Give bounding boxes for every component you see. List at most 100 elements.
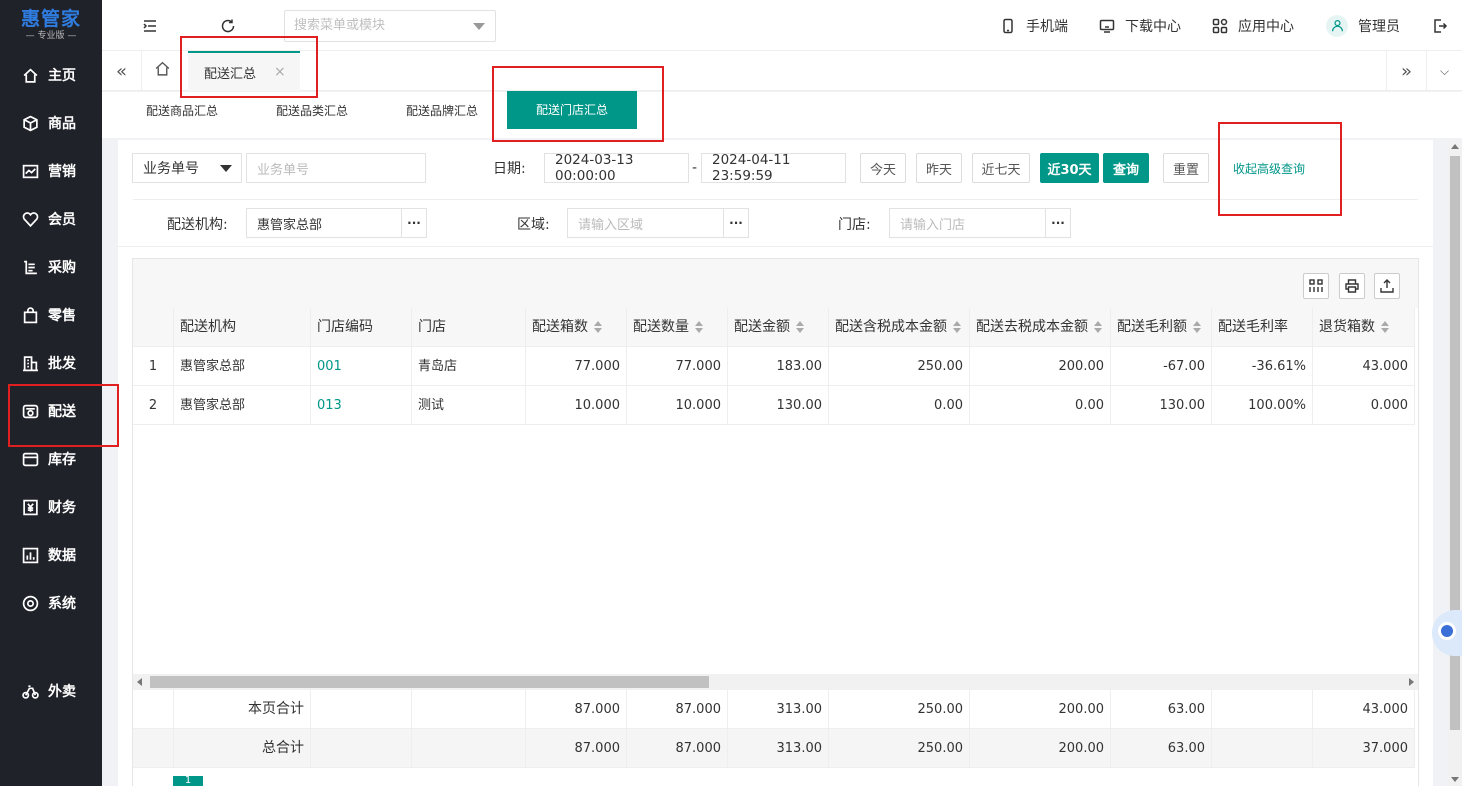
cell-rate: 100.00% <box>1212 386 1313 425</box>
last-30-days-button[interactable]: 近30天 <box>1040 153 1099 183</box>
today-button[interactable]: 今天 <box>860 153 906 183</box>
sort-icon[interactable] <box>1094 321 1102 333</box>
header-cost-tax[interactable]: 配送含税成本金额 <box>829 308 970 347</box>
tabs-menu-chevron-down-icon[interactable]: ⌵ <box>1426 51 1462 91</box>
header-store: 门店 <box>412 308 526 347</box>
header-cost-notax[interactable]: 配送去税成本金额 <box>970 308 1111 347</box>
header-return-boxes-label: 退货箱数 <box>1319 319 1375 335</box>
table-row[interactable]: 1 惠管家总部 001 青岛店 77.000 77.000 183.00 250… <box>133 347 1415 386</box>
more-icon[interactable]: ··· <box>401 209 426 237</box>
last-7-days-button[interactable]: 近七天 <box>972 153 1030 183</box>
sidebar-item-label: 配送 <box>48 404 76 420</box>
cell-rate: -36.61% <box>1212 347 1313 386</box>
more-icon[interactable]: ··· <box>723 209 748 237</box>
mobile-link[interactable]: 手机端 <box>1000 0 1068 51</box>
store-code-link[interactable]: 001 <box>311 347 412 386</box>
type-select[interactable]: 业务单号 <box>132 153 242 183</box>
tabs-scroll-right-icon[interactable]: » <box>1386 51 1426 91</box>
header-boxes[interactable]: 配送箱数 <box>526 308 627 347</box>
header-amount[interactable]: 配送金额 <box>728 308 829 347</box>
header-return-boxes[interactable]: 退货箱数 <box>1313 308 1415 347</box>
export-button[interactable] <box>1374 273 1400 299</box>
menu-toggle-button[interactable] <box>142 0 168 51</box>
date-to-input[interactable]: 2024-04-11 23:59:59 <box>701 152 846 184</box>
sidebar-item-system[interactable]: 系统 <box>0 583 102 623</box>
store-input[interactable]: 请输入门店 ··· <box>889 208 1071 238</box>
sidebar-item-member[interactable]: 会员 <box>0 199 102 239</box>
tabs-scroll-left-icon[interactable]: « <box>102 51 142 91</box>
sidebar-item-home[interactable]: 主页 <box>0 55 102 95</box>
sidebar-item-purchase[interactable]: 采购 <box>0 247 102 287</box>
horizontal-scrollbar[interactable] <box>133 674 1418 690</box>
subtab-brand[interactable]: 配送品牌汇总 <box>406 92 478 130</box>
sidebar-item-data[interactable]: 数据 <box>0 535 102 575</box>
scroll-right-arrow-icon[interactable] <box>1409 678 1414 686</box>
reset-button[interactable]: 重置 <box>1163 153 1209 183</box>
cell-qty: 77.000 <box>627 347 728 386</box>
refresh-button[interactable] <box>220 0 246 51</box>
scrollbar-thumb[interactable] <box>150 676 709 688</box>
more-icon[interactable]: ··· <box>1045 209 1070 237</box>
close-icon[interactable]: × <box>274 64 286 80</box>
tab-delivery-summary[interactable]: 配送汇总 × <box>188 51 300 91</box>
phone-icon <box>1003 18 1013 33</box>
sort-icon[interactable] <box>796 321 804 333</box>
sort-icon[interactable] <box>1381 321 1389 333</box>
total-amount: 313.00 <box>728 729 829 768</box>
query-button[interactable]: 查询 <box>1103 153 1149 183</box>
refresh-icon <box>221 19 235 32</box>
sidebar-item-goods[interactable]: 商品 <box>0 103 102 143</box>
header-qty-label: 配送数量 <box>633 319 689 335</box>
search-input[interactable]: 搜索菜单或模块 <box>284 10 496 42</box>
table-row[interactable]: 2 惠管家总部 013 测试 10.000 10.000 130.00 0.00… <box>133 386 1415 425</box>
header-amount-label: 配送金额 <box>734 319 790 335</box>
sort-icon[interactable] <box>594 321 602 333</box>
store-code-link[interactable]: 013 <box>311 386 412 425</box>
assistant-bubble[interactable] <box>1432 610 1462 656</box>
sidebar-item-label: 营销 <box>48 164 76 180</box>
date-separator: - <box>692 160 698 176</box>
sidebar-item-marketing[interactable]: 营销 <box>0 151 102 191</box>
sidebar-item-delivery[interactable]: 配送 <box>0 391 102 431</box>
region-input[interactable]: 请输入区域 ··· <box>567 208 749 238</box>
header-qty[interactable]: 配送数量 <box>627 308 728 347</box>
sidebar-item-retail[interactable]: 零售 <box>0 295 102 335</box>
yesterday-button[interactable]: 昨天 <box>916 153 962 183</box>
sidebar-item-label: 数据 <box>48 548 76 564</box>
home-tab-icon[interactable] <box>154 60 174 80</box>
collapse-advanced-query-link[interactable]: 收起高级查询 <box>1233 160 1305 177</box>
subtab-category[interactable]: 配送品类汇总 <box>276 92 348 130</box>
sort-icon[interactable] <box>953 321 961 333</box>
total-empty <box>1212 690 1313 729</box>
sort-icon[interactable] <box>695 321 703 333</box>
date-from-input[interactable]: 2024-03-13 00:00:00 <box>544 152 689 184</box>
order-number-input[interactable]: 业务单号 <box>246 153 426 183</box>
cell-cost-notax: 0.00 <box>970 386 1111 425</box>
user-menu[interactable]: 管理员 <box>1326 0 1400 51</box>
logout-button[interactable] <box>1432 0 1458 51</box>
columns-button[interactable] <box>1303 273 1329 299</box>
sidebar-item-label: 批发 <box>48 356 76 372</box>
chevron-down-icon <box>220 165 232 172</box>
subtab-goods[interactable]: 配送商品汇总 <box>146 92 218 130</box>
vertical-scrollbar[interactable] <box>1448 140 1462 786</box>
total-empty <box>412 690 526 729</box>
scroll-down-arrow-icon[interactable] <box>1451 777 1459 782</box>
sidebar-item-wholesale[interactable]: 批发 <box>0 343 102 383</box>
sidebar-item-finance[interactable]: 财务 <box>0 487 102 527</box>
subtab-store[interactable]: 配送门店汇总 <box>507 91 637 129</box>
org-input[interactable]: 惠管家总部 ··· <box>246 208 427 238</box>
header-profit[interactable]: 配送毛利额 <box>1111 308 1212 347</box>
download-center-link[interactable]: 下载中心 <box>1099 0 1181 51</box>
org-label: 配送机构: <box>167 217 228 233</box>
sort-icon[interactable] <box>1193 321 1201 333</box>
cell-cost-notax: 200.00 <box>970 347 1111 386</box>
pager-current-page[interactable]: 1 <box>173 776 203 786</box>
total-boxes: 87.000 <box>526 690 627 729</box>
scroll-up-arrow-icon[interactable] <box>1451 144 1459 149</box>
sidebar-item-inventory[interactable]: 库存 <box>0 439 102 479</box>
sidebar-item-takeout[interactable]: 外卖 <box>0 671 102 711</box>
app-center-link[interactable]: 应用中心 <box>1212 0 1294 51</box>
scroll-left-arrow-icon[interactable] <box>137 678 142 686</box>
print-button[interactable] <box>1339 273 1365 299</box>
